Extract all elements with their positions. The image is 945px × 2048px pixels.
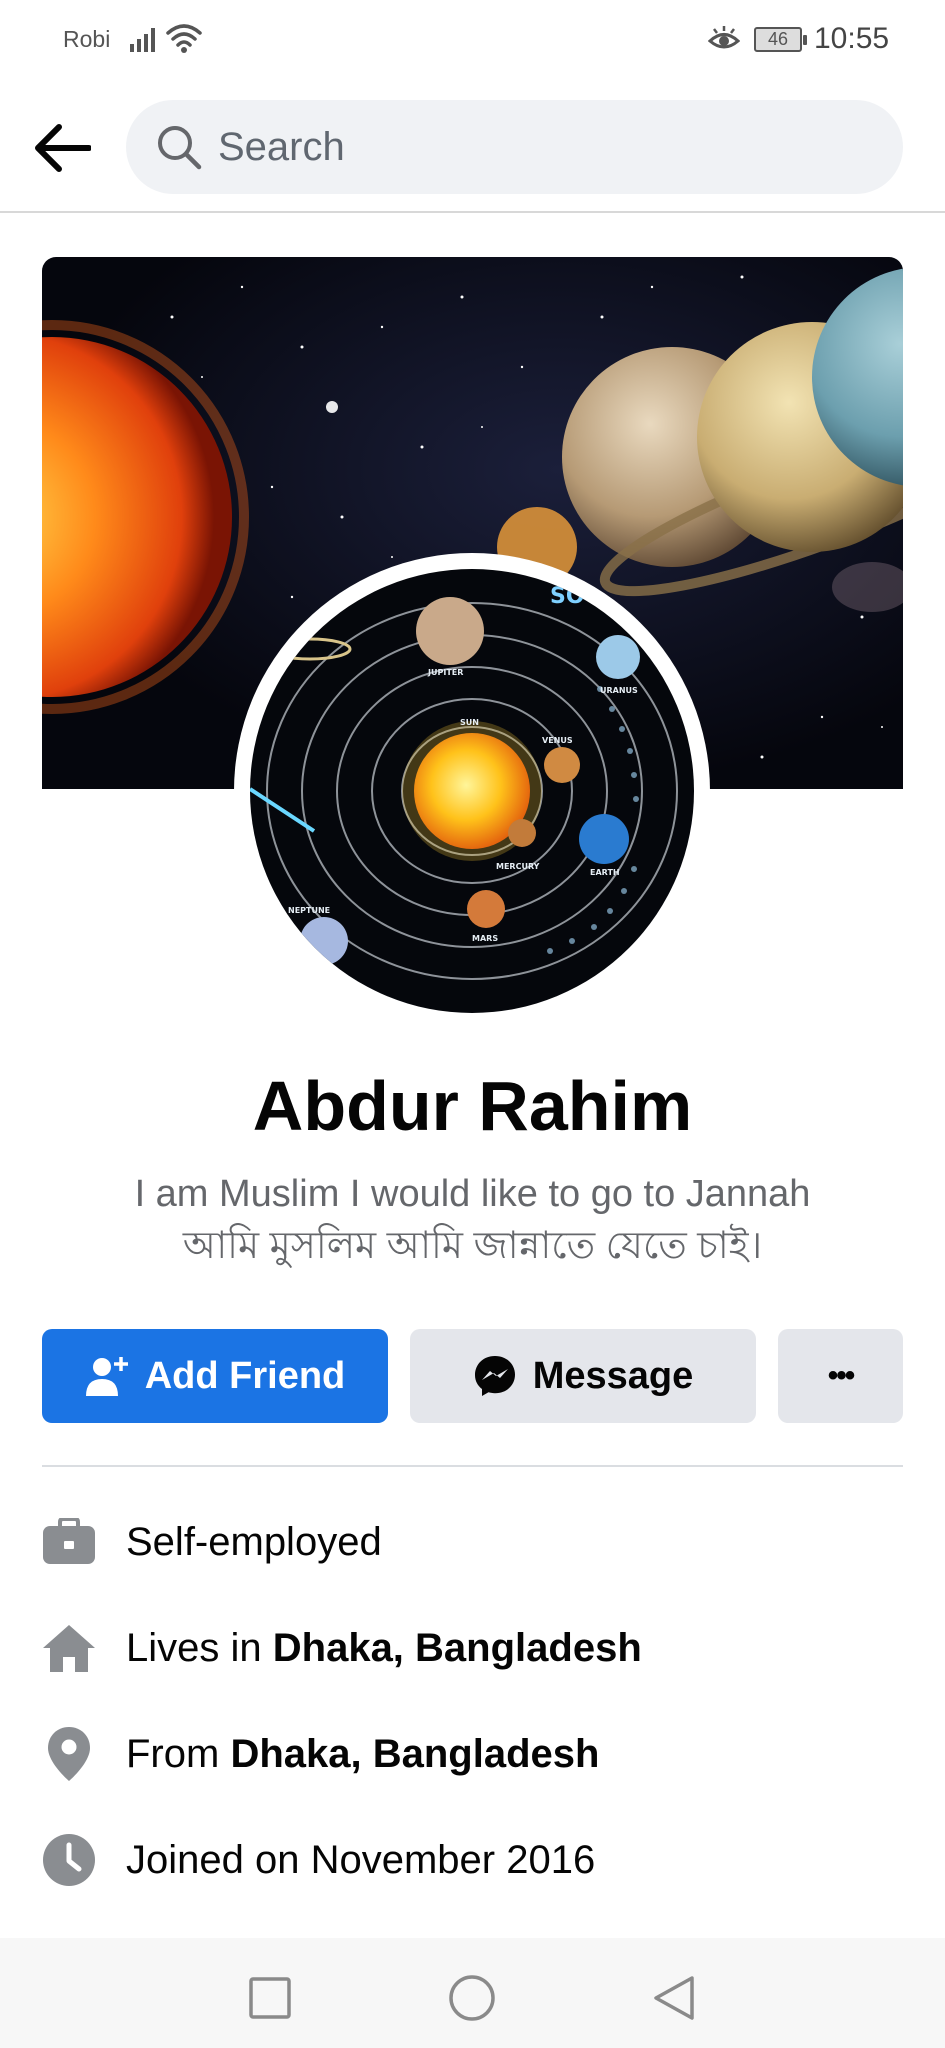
mercury-graphic: [508, 819, 536, 847]
bio-line-bengali: আমি মুসলিম আমি জান্নাতে যেতে চাই।: [182, 1225, 763, 1267]
search-bar[interactable]: [126, 100, 903, 194]
planet-label: SUN: [460, 718, 479, 727]
home-button[interactable]: [442, 1968, 502, 2028]
planet-label: EARTH: [590, 868, 620, 877]
planet-label: URANUS: [600, 686, 638, 695]
system-back-button[interactable]: [644, 1968, 704, 2028]
person-plus-icon: [85, 1354, 129, 1398]
clock-icon: [42, 1833, 96, 1887]
planet-label: VENUS: [542, 736, 573, 745]
messenger-icon: [473, 1354, 517, 1398]
intro-work: Self-employed: [42, 1512, 903, 1572]
from-place-link[interactable]: Dhaka, Bangladesh: [230, 1732, 599, 1777]
intro-joined: Joined on November 2016: [42, 1830, 903, 1890]
signal-icon: [130, 26, 160, 57]
from-prefix: From: [126, 1731, 231, 1776]
arrow-left-icon: [35, 124, 91, 172]
battery-icon: 46: [754, 27, 807, 52]
status-bar: Robi 46 10:55: [0, 0, 945, 82]
more-dots-icon: •••: [827, 1359, 855, 1392]
planet-label: JUPITER: [427, 668, 463, 677]
triangle-back-icon: [654, 1976, 694, 2020]
eye-comfort-icon: [707, 26, 741, 57]
planet-label: MERCURY: [496, 862, 540, 871]
recent-apps-button[interactable]: [240, 1968, 300, 2028]
top-bar: [0, 82, 945, 213]
add-friend-label: Add Friend: [144, 1354, 346, 1397]
carrier-name: Robi: [63, 26, 111, 52]
map-pin-icon: [42, 1727, 96, 1781]
section-divider: [42, 1465, 903, 1467]
bio-line-english: I am Muslim I would like to go to Jannah: [134, 1173, 811, 1215]
planet-label: MARS: [472, 934, 498, 943]
back-button[interactable]: [30, 116, 94, 180]
square-icon: [249, 1977, 291, 2019]
add-friend-button[interactable]: Add Friend: [42, 1329, 388, 1423]
jupiter-graphic: [416, 597, 484, 665]
venus-graphic: [544, 747, 580, 783]
lives-place-link[interactable]: Dhaka, Bangladesh: [273, 1626, 642, 1671]
message-label: Message: [532, 1354, 694, 1397]
search-icon: [156, 124, 202, 175]
briefcase-icon: [42, 1515, 96, 1569]
house-icon: [42, 1621, 96, 1675]
planet-label: NEPTUNE: [288, 906, 330, 915]
more-options-button[interactable]: •••: [778, 1329, 903, 1423]
profile-bio: I am Muslim I would like to go to Jannah…: [40, 1168, 905, 1272]
earth-graphic: [579, 814, 629, 864]
wifi-icon: [166, 22, 202, 59]
intro-from: From Dhaka, Bangladesh: [42, 1724, 903, 1784]
message-button[interactable]: Message: [410, 1329, 756, 1423]
profile-picture[interactable]: JUPITER URANUS SUN VENUS MERCURY EARTH N…: [250, 569, 694, 1013]
sun-graphic: [42, 337, 232, 697]
intro-lives: Lives in Dhaka, Bangladesh: [42, 1618, 903, 1678]
circle-icon: [449, 1975, 495, 2021]
lives-prefix: Lives in: [126, 1625, 273, 1670]
search-input[interactable]: [218, 118, 858, 176]
joined-text: Joined on November 2016: [126, 1837, 596, 1882]
work-text: Self-employed: [126, 1519, 382, 1564]
uranus-graphic: [596, 635, 640, 679]
mars-graphic: [467, 890, 505, 928]
status-time: 10:55: [814, 22, 890, 55]
system-nav-bar: [0, 1938, 945, 2048]
profile-name: Abdur Rahim: [252, 1067, 693, 1145]
